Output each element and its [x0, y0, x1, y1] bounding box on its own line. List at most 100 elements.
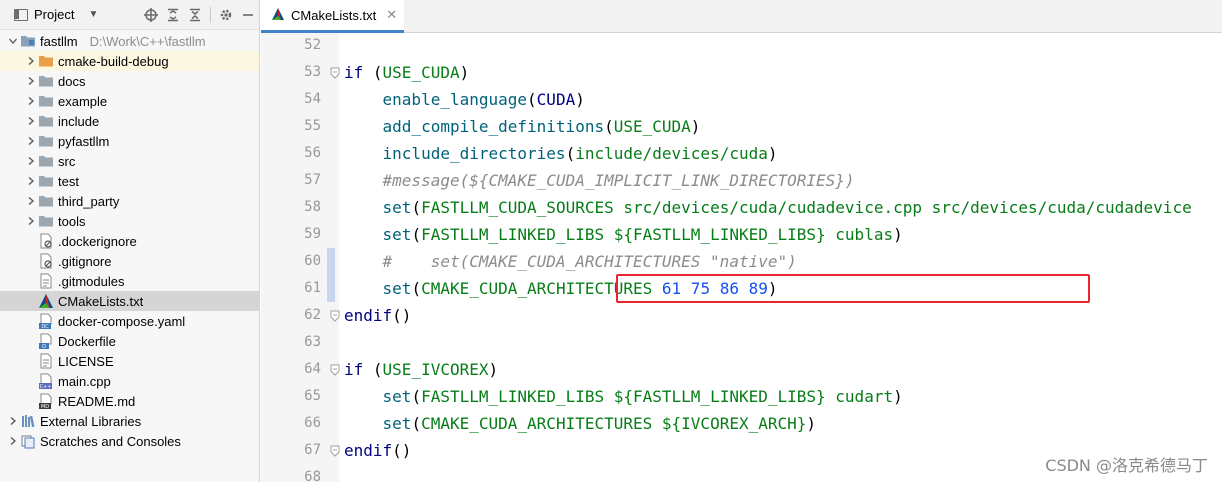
code-line[interactable]: endif() — [344, 437, 411, 464]
code-line[interactable]: #message(${CMAKE_CUDA_IMPLICIT_LINK_DIRE… — [344, 167, 855, 194]
line-number: 55 — [304, 118, 321, 134]
change-marker[interactable] — [327, 248, 335, 275]
text-file-icon — [38, 353, 54, 369]
code-line[interactable]: set(CMAKE_CUDA_ARCHITECTURES ${IVCOREX_A… — [344, 410, 817, 437]
ignore-file-icon — [38, 253, 54, 269]
fold-icon[interactable] — [329, 59, 341, 86]
folder-icon — [38, 133, 54, 149]
code-punct: ( — [363, 63, 383, 82]
chevron-right-icon[interactable] — [6, 414, 20, 428]
tree-item[interactable]: .gitignore — [0, 251, 259, 271]
code-line[interactable]: enable_language(CUDA) — [344, 86, 585, 113]
gear-icon[interactable] — [215, 4, 237, 26]
chevron-right-icon[interactable] — [24, 114, 38, 128]
tree-item[interactable]: third_party — [0, 191, 259, 211]
tree-item[interactable]: External Libraries — [0, 411, 259, 431]
code-punct: ) — [893, 225, 903, 244]
line-number: 67 — [304, 442, 321, 458]
code-comment: # set(CMAKE_CUDA_ARCHITECTURES "native") — [382, 252, 797, 271]
tree-item[interactable]: LICENSE — [0, 351, 259, 371]
tree-item-label: LICENSE — [58, 353, 114, 369]
code-line[interactable]: set(FASTLLM_LINKED_LIBS ${FASTLLM_LINKED… — [344, 383, 903, 410]
code-area[interactable]: if (USE_CUDA) enable_language(CUDA) add_… — [344, 33, 1222, 482]
tree-item-label: External Libraries — [40, 413, 142, 429]
change-marker[interactable] — [327, 275, 335, 302]
code-argument: USE_CUDA — [613, 117, 691, 136]
locate-file-icon[interactable] — [140, 4, 162, 26]
tree-item-label: README.md — [58, 393, 136, 409]
tab-cmakelists[interactable]: CMakeLists.txt ✕ — [261, 0, 404, 33]
tree-item[interactable]: fastllm D:\Work\C++\fastllm — [0, 31, 259, 51]
tree-item[interactable]: cmake-build-debug — [0, 51, 259, 71]
module-folder-icon — [20, 33, 36, 49]
code-line[interactable]: add_compile_definitions(USE_CUDA) — [344, 113, 701, 140]
tree-item[interactable]: docs — [0, 71, 259, 91]
chevron-down-icon[interactable] — [6, 34, 20, 48]
code-keyword: CUDA — [536, 90, 576, 109]
code-line[interactable]: set(FASTLLM_LINKED_LIBS ${FASTLLM_LINKED… — [344, 221, 903, 248]
chevron-right-icon[interactable] — [24, 134, 38, 148]
tree-item[interactable]: C++ main.cpp — [0, 371, 259, 391]
chevron-right-icon[interactable] — [24, 154, 38, 168]
tree-item[interactable]: DC docker-compose.yaml — [0, 311, 259, 331]
chevron-right-icon[interactable] — [6, 434, 20, 448]
svg-text:C++: C++ — [40, 384, 52, 389]
tree-item[interactable]: src — [0, 151, 259, 171]
line-number: 60 — [304, 253, 321, 269]
tree-item[interactable]: test — [0, 171, 259, 191]
cpp-file-icon: C++ — [38, 373, 54, 389]
code-number: 61 75 86 89 — [661, 279, 768, 298]
code-line[interactable]: # set(CMAKE_CUDA_ARCHITECTURES "native") — [344, 248, 797, 275]
tree-item[interactable]: CMakeLists.txt — [0, 291, 259, 311]
tab-label: CMakeLists.txt — [291, 7, 377, 23]
tree-item[interactable]: D Dockerfile — [0, 331, 259, 351]
fold-icon[interactable] — [329, 302, 341, 329]
fold-icon[interactable] — [329, 437, 341, 464]
tree-item[interactable]: .dockerignore — [0, 231, 259, 251]
project-view-title[interactable]: Project — [34, 7, 74, 22]
code-command: set — [382, 387, 412, 406]
fold-icon[interactable] — [329, 356, 341, 383]
code-argument: CMAKE_CUDA_ARCHITECTURES — [421, 279, 662, 298]
tree-item[interactable]: MD README.md — [0, 391, 259, 411]
close-icon[interactable]: ✕ — [386, 7, 397, 23]
folder-icon — [38, 73, 54, 89]
tree-item[interactable]: include — [0, 111, 259, 131]
collapse-all-icon[interactable] — [184, 4, 206, 26]
cmake-icon — [271, 7, 285, 24]
code-command: set — [382, 225, 412, 244]
chevron-right-icon[interactable] — [24, 54, 38, 68]
chevron-right-icon[interactable] — [24, 174, 38, 188]
tree-item-label: pyfastllm — [58, 133, 110, 149]
text-file-icon — [38, 273, 54, 289]
docker-compose-icon: DC — [38, 313, 54, 329]
line-number: 62 — [304, 307, 321, 323]
code-punct: ) — [575, 90, 585, 109]
tree-item[interactable]: example — [0, 91, 259, 111]
chevron-right-icon[interactable] — [24, 74, 38, 88]
tree-item[interactable]: .gitmodules — [0, 271, 259, 291]
tree-item-label: third_party — [58, 193, 120, 209]
code-line[interactable]: if (USE_IVCOREX) — [344, 356, 498, 383]
tree-item[interactable]: pyfastllm — [0, 131, 259, 151]
code-command: set — [382, 198, 412, 217]
code-line[interactable]: endif() — [344, 302, 411, 329]
tree-item[interactable]: tools — [0, 211, 259, 231]
tree-item[interactable]: Scratches and Consoles — [0, 431, 259, 451]
hide-panel-icon[interactable] — [237, 4, 259, 26]
code-line[interactable]: set(CMAKE_CUDA_ARCHITECTURES 61 75 86 89… — [344, 275, 778, 302]
code-line[interactable]: set(FASTLLM_CUDA_SOURCES src/devices/cud… — [344, 194, 1192, 221]
line-number: 53 — [304, 64, 321, 80]
chevron-right-icon[interactable] — [24, 94, 38, 108]
expand-all-icon[interactable] — [162, 4, 184, 26]
code-line[interactable]: if (USE_CUDA) — [344, 59, 469, 86]
code-line[interactable]: include_directories(include/devices/cuda… — [344, 140, 778, 167]
chevron-down-icon[interactable]: ▼ — [88, 9, 98, 20]
scratches-icon — [20, 433, 36, 449]
tree-item-label: src — [58, 153, 76, 169]
cmake-icon — [38, 293, 54, 309]
chevron-right-icon[interactable] — [24, 194, 38, 208]
chevron-right-icon[interactable] — [24, 214, 38, 228]
